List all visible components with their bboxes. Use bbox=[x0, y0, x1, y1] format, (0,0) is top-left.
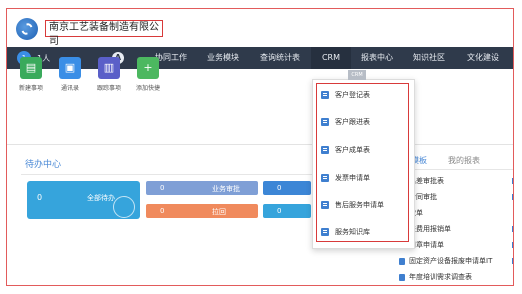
menu-item-customer-followup[interactable]: 客户跟进表 bbox=[321, 116, 370, 128]
stat-count: 0 bbox=[160, 184, 165, 192]
stat-count: 0 bbox=[277, 207, 282, 215]
quick-track[interactable]: ▥ 跟踪事项 bbox=[90, 57, 128, 92]
all-todo-count: 0 bbox=[37, 193, 43, 202]
nav-item-business[interactable]: 业务模块 bbox=[199, 47, 247, 69]
template-item[interactable]: 固定资产设备报废申请单IT bbox=[399, 256, 492, 266]
crm-dropdown-menu: 客户登记表 客户跟进表 客户成单表 发票申请单 售后服务申请单 服务知识库 bbox=[312, 79, 415, 249]
template-label: 固定资产设备报废申请单IT bbox=[409, 257, 493, 265]
app-window: 南京工艺装备制造有限公司 1 1人 A 协同工作 业务模块 查询统计表 CRM … bbox=[6, 8, 514, 286]
template-item[interactable]: 年度培训需求调查表 bbox=[399, 272, 472, 282]
company-logo-icon bbox=[16, 18, 38, 40]
divider bbox=[7, 144, 513, 145]
menu-item-label: 客户跟进表 bbox=[335, 118, 370, 126]
track-icon[interactable]: ▥ bbox=[98, 57, 120, 79]
stat-count: 0 bbox=[277, 184, 282, 192]
stat-count: 0 bbox=[160, 207, 165, 215]
nav-item-query-stats[interactable]: 查询统计表 bbox=[251, 47, 309, 69]
template-label: 差费用报销单 bbox=[409, 225, 451, 233]
header: 南京工艺装备制造有限公司 bbox=[7, 9, 513, 47]
stat-pull-back[interactable]: 0 拉回 bbox=[146, 204, 258, 218]
highlight-box bbox=[316, 83, 409, 242]
scroll-marker bbox=[512, 194, 513, 200]
plus-icon[interactable]: + bbox=[137, 57, 159, 79]
stat-item[interactable]: 0 bbox=[263, 204, 311, 218]
menu-item-invoice-request[interactable]: 发票申请单 bbox=[321, 172, 370, 184]
quick-label: 通讯录 bbox=[60, 85, 79, 92]
form-icon bbox=[321, 146, 329, 154]
menu-item-service-knowledge[interactable]: 服务知识库 bbox=[321, 226, 370, 238]
tab-my-reports[interactable]: 我的报表 bbox=[448, 155, 480, 166]
all-todo-card[interactable]: 0 全部待办 bbox=[27, 181, 140, 219]
quick-contacts[interactable]: ▣ 通讯录 bbox=[51, 57, 89, 92]
quick-label: 新建事项 bbox=[18, 85, 43, 92]
quick-label: 跟踪事项 bbox=[96, 85, 121, 92]
document-icon bbox=[399, 273, 405, 281]
all-todo-label: 全部待办 bbox=[87, 194, 115, 202]
globe-icon bbox=[113, 196, 135, 218]
nav-item-knowledge[interactable]: 知识社区 bbox=[405, 47, 453, 69]
quick-label: 添加快捷 bbox=[135, 85, 160, 92]
divider bbox=[403, 169, 513, 170]
nav-item-crm[interactable]: CRM bbox=[311, 47, 351, 69]
document-icon bbox=[399, 257, 405, 265]
scroll-marker bbox=[512, 178, 513, 184]
menu-item-label: 发票申请单 bbox=[335, 174, 370, 182]
menu-item-label: 服务知识库 bbox=[335, 228, 370, 236]
scroll-marker bbox=[512, 258, 513, 264]
template-label: 年度培训需求调查表 bbox=[409, 273, 472, 281]
scroll-marker bbox=[512, 242, 513, 248]
form-icon bbox=[321, 174, 329, 182]
stat-item[interactable]: 0 bbox=[263, 181, 311, 195]
form-icon bbox=[321, 201, 329, 209]
menu-item-label: 客户登记表 bbox=[335, 91, 370, 99]
quick-add-shortcut[interactable]: + 添加快捷 bbox=[129, 57, 167, 92]
stat-business-approval[interactable]: 0 业务审批 bbox=[146, 181, 258, 195]
nav-item-culture[interactable]: 文化建设 bbox=[459, 47, 507, 69]
menu-item-customer-registration[interactable]: 客户登记表 bbox=[321, 89, 370, 101]
crm-tooltip: CRM bbox=[348, 70, 366, 80]
menu-item-label: 客户成单表 bbox=[335, 146, 370, 154]
todo-center-title: 待办中心 bbox=[25, 160, 62, 170]
company-name: 南京工艺装备制造有限公司 bbox=[45, 20, 163, 47]
contacts-icon[interactable]: ▣ bbox=[59, 57, 81, 79]
scroll-marker bbox=[512, 226, 513, 232]
book-icon bbox=[321, 228, 329, 236]
menu-item-aftersales-request[interactable]: 售后服务申请单 bbox=[321, 199, 384, 211]
menu-item-label: 售后服务申请单 bbox=[335, 201, 384, 209]
menu-item-customer-deal[interactable]: 客户成单表 bbox=[321, 144, 370, 156]
stat-label: 业务审批 bbox=[212, 185, 240, 193]
nav-item-report-center[interactable]: 报表中心 bbox=[353, 47, 401, 69]
new-item-icon[interactable]: ▤ bbox=[20, 57, 42, 79]
form-icon bbox=[321, 118, 329, 126]
quick-new-item[interactable]: ▤ 新建事项 bbox=[12, 57, 50, 92]
form-icon bbox=[321, 91, 329, 99]
stat-label: 拉回 bbox=[212, 208, 226, 216]
